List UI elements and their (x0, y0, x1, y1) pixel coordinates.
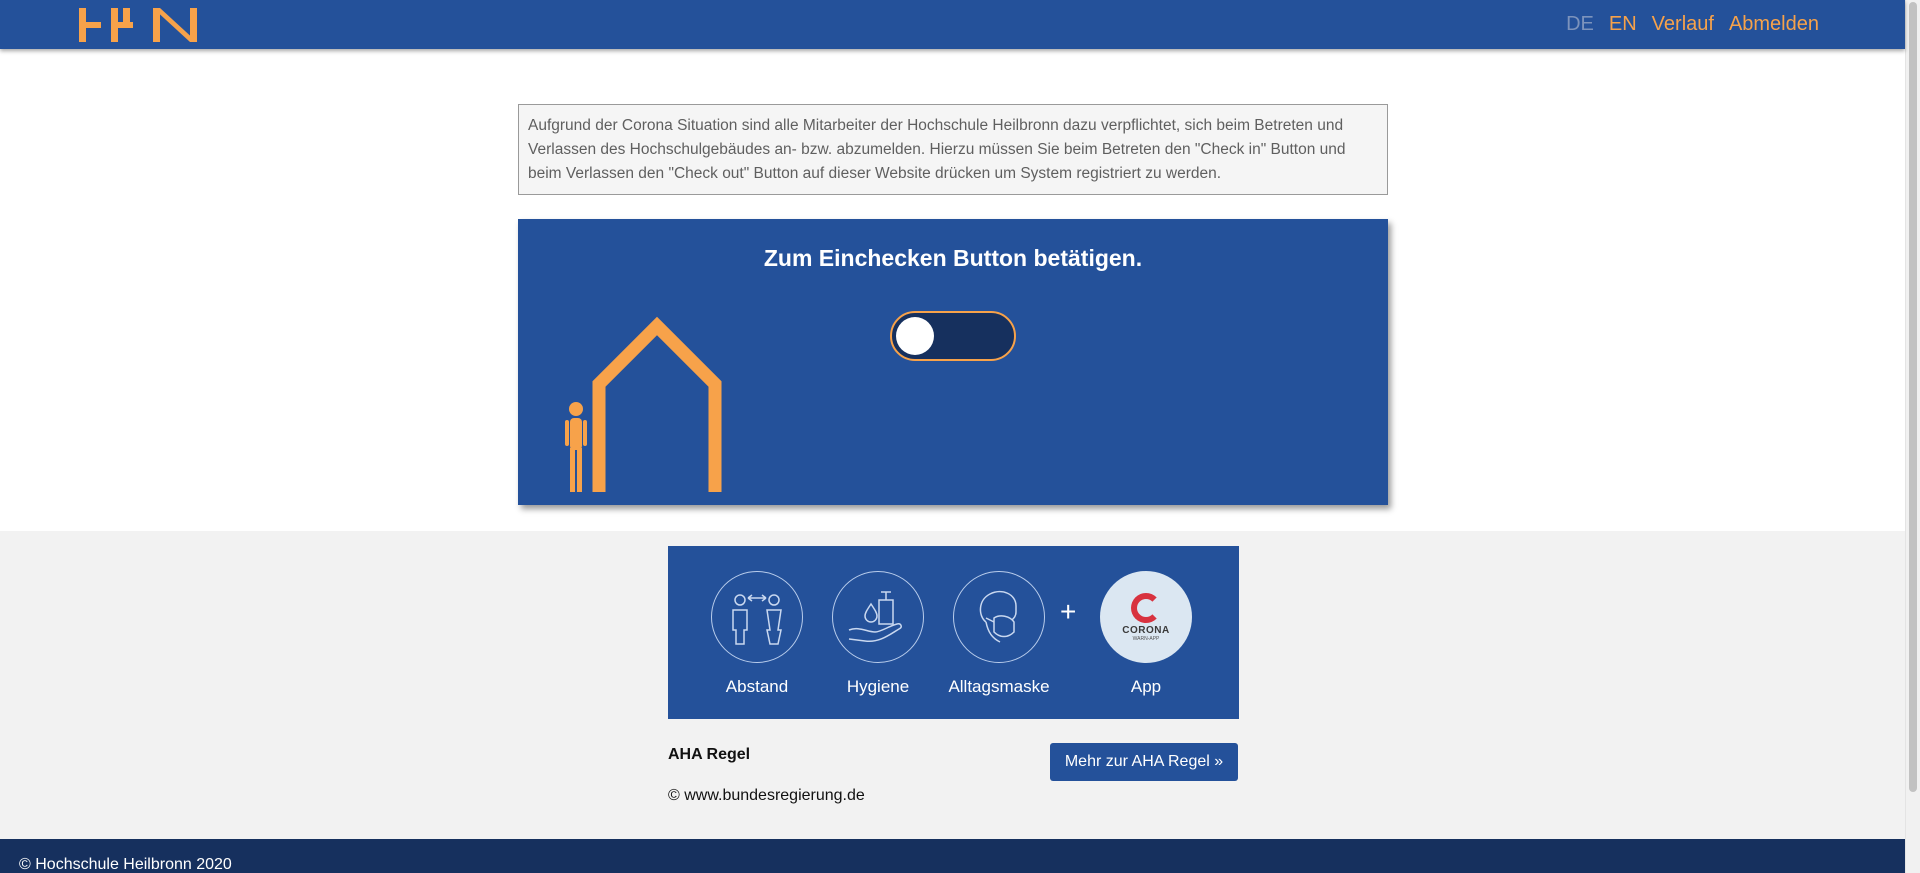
checkin-panel: Zum Einchecken Button betätigen. (518, 219, 1388, 505)
aha-item-label: Abstand (725, 677, 789, 696)
more-aha-button[interactable]: Mehr zur AHA Regel » (1050, 743, 1238, 781)
app-logo-c-icon (1131, 592, 1161, 623)
aha-title: AHA Regel (668, 746, 751, 763)
aha-item-label: Hygiene (846, 677, 910, 696)
checkin-toggle[interactable] (890, 311, 1016, 361)
toggle-knob[interactable] (896, 317, 934, 355)
language-en-link[interactable]: EN (1609, 13, 1637, 36)
footer-copyright: © Hochschule Heilbronn 2020 (19, 856, 232, 873)
notice-text: Aufgrund der Corona Situation sind alle … (528, 117, 1346, 182)
corona-notice: Aufgrund der Corona Situation sind alle … (518, 104, 1388, 195)
aha-banner: Abstand Hygiene Alltagsmaske + CORONA WA… (668, 546, 1239, 719)
plus-sign: + (1060, 596, 1077, 627)
aha-item-mask: Alltagsmaske (939, 571, 1059, 697)
aha-item-distance: Abstand (697, 571, 817, 697)
aha-item-label: App (1130, 677, 1162, 696)
top-navbar: DE EN Verlauf Abmelden (0, 0, 1905, 49)
history-link[interactable]: Verlauf (1652, 13, 1714, 36)
footer: © Hochschule Heilbronn 2020 (0, 839, 1905, 873)
aha-item-label: Alltagsmaske (948, 677, 1050, 696)
logout-link[interactable]: Abmelden (1729, 13, 1819, 36)
aha-item-app: CORONA WARN-APP App (1086, 571, 1206, 697)
language-de-link[interactable]: DE (1566, 13, 1594, 36)
corona-warn-app-icon: CORONA WARN-APP (1100, 571, 1192, 663)
handwashing-icon (832, 571, 924, 663)
app-logo-title: CORONA (1122, 624, 1170, 636)
page-scrollbar[interactable] (1905, 0, 1920, 873)
person-house-icon (565, 316, 722, 492)
scrollbar-thumb[interactable] (1909, 2, 1917, 792)
aha-copyright: © www.bundesregierung.de (668, 787, 865, 804)
app-logo-subtitle: WARN-APP (1132, 635, 1160, 642)
hhn-logo[interactable] (79, 6, 199, 44)
checkin-title: Zum Einchecken Button betätigen. (763, 245, 1143, 271)
nav-links: DE EN Verlauf Abmelden (1566, 0, 1819, 49)
distance-icon (711, 571, 803, 663)
aha-section: Abstand Hygiene Alltagsmaske + CORONA WA… (0, 531, 1905, 839)
aha-item-hygiene: Hygiene (818, 571, 938, 697)
mask-icon (953, 571, 1045, 663)
